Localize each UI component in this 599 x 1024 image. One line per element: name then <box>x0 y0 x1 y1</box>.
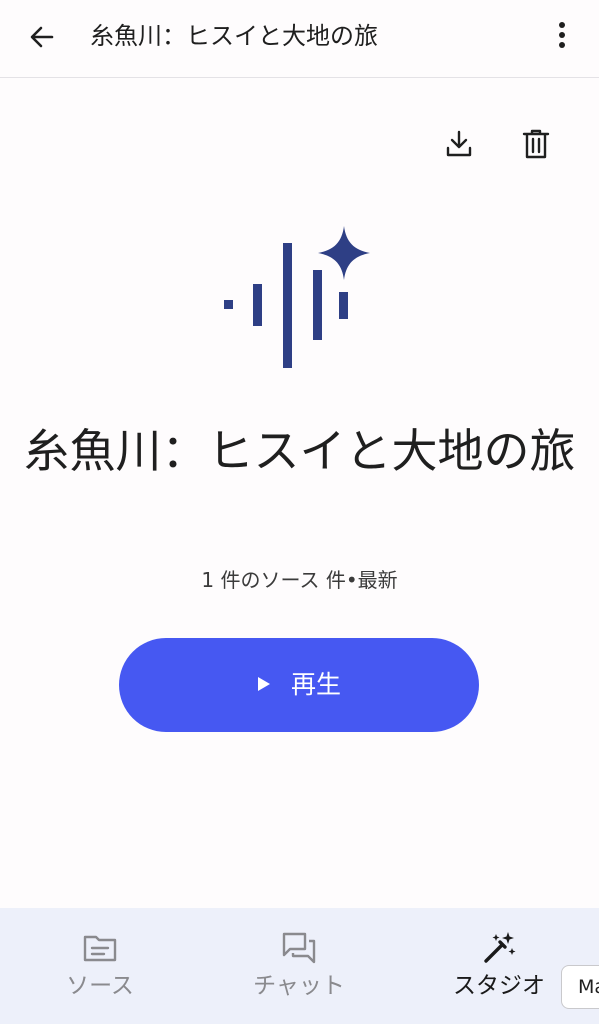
nav-label-chat: チャット <box>253 973 345 999</box>
nav-item-chat[interactable]: チャット <box>199 908 399 1024</box>
trash-icon <box>522 129 550 159</box>
top-app-bar: 糸魚川：ヒスイと大地の旅 <box>0 0 599 78</box>
more-options-button[interactable] <box>543 15 581 55</box>
download-icon <box>446 130 472 157</box>
bottom-navigation: ソース チャット スタジオ <box>0 908 599 1024</box>
nav-item-sources[interactable]: ソース <box>0 908 200 1024</box>
more-vert-icon <box>559 22 565 48</box>
page-title: 糸魚川：ヒスイと大地の旅 <box>23 424 576 478</box>
play-icon <box>257 676 273 694</box>
nav-label-sources: ソース <box>66 973 134 999</box>
play-button-label: 再生 <box>290 671 341 699</box>
arrow-back-icon <box>30 26 54 48</box>
source-count-text: 1 件のソース 件•最新 <box>201 568 398 592</box>
magic-wand-icon <box>479 928 519 968</box>
app-bar-title: 糸魚川：ヒスイと大地の旅 <box>90 22 378 50</box>
back-button[interactable] <box>22 17 62 57</box>
folder-notes-icon <box>80 928 120 968</box>
chat-bubbles-icon <box>279 928 319 968</box>
app-screen: 糸魚川：ヒスイと大地の旅 糸魚川：ヒスイと大地の旅 1 件のソース 件•最新 再… <box>0 0 599 1024</box>
download-button[interactable] <box>437 122 481 166</box>
delete-button[interactable] <box>514 122 558 166</box>
play-button[interactable]: 再生 <box>119 638 479 732</box>
audio-waveform-sparkle-icon <box>224 226 370 368</box>
overlay-chip[interactable]: Ma <box>561 965 599 1009</box>
